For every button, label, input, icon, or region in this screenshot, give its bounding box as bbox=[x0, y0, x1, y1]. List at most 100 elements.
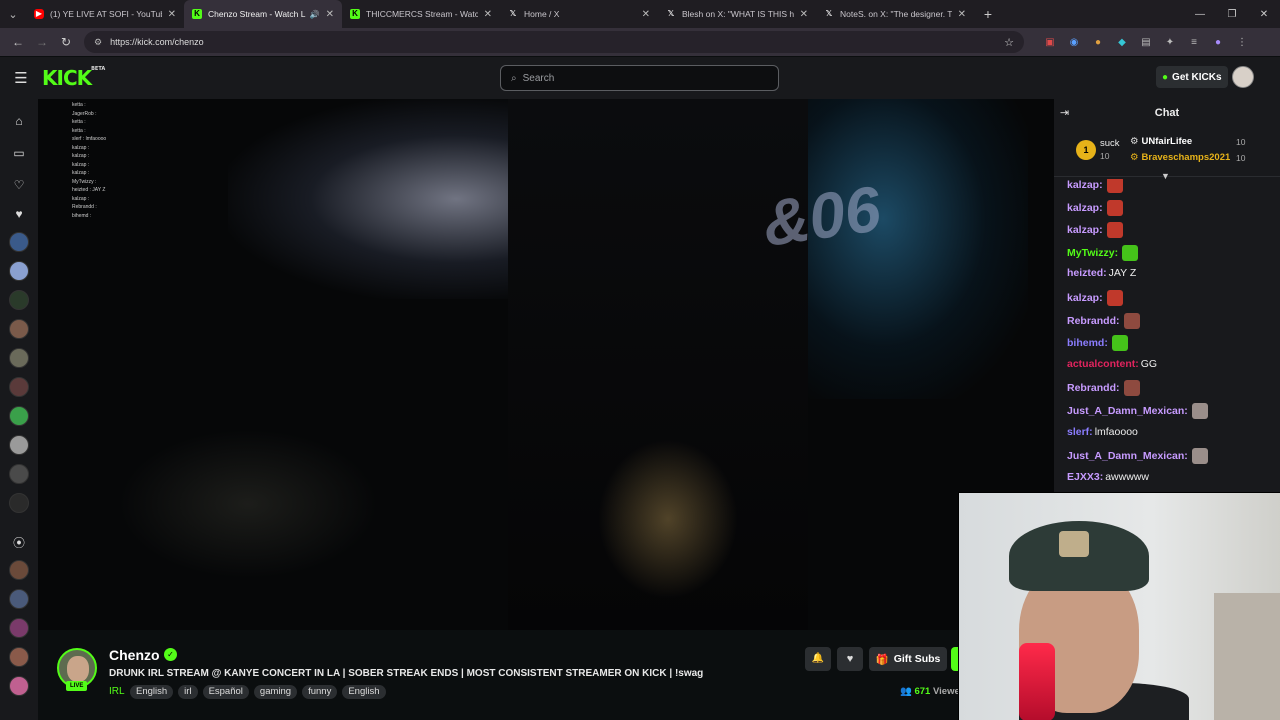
chat-username[interactable]: kalzap: bbox=[1067, 179, 1103, 191]
streamer-name[interactable]: Chenzo bbox=[109, 647, 160, 663]
browser-tab[interactable]: ▶ (1) YE LIVE AT SOFI - YouTube ✕ bbox=[26, 0, 184, 28]
followed-channel-avatar[interactable] bbox=[9, 347, 29, 368]
stream-info-panel: LIVE Chenzo ✓ DRUNK IRL STREAM @ KANYE C… bbox=[38, 630, 960, 720]
video-player[interactable]: &06 ketta : JagerRob : ketta : ketta : s… bbox=[38, 99, 1054, 630]
viewer-count: 👥 671 Viewe bbox=[900, 686, 960, 697]
chat-message: Rebrandd: bbox=[1067, 312, 1140, 329]
kick-logo[interactable]: KICKBETA bbox=[42, 66, 105, 90]
recommended-channel-avatar[interactable] bbox=[9, 617, 29, 638]
reload-icon[interactable]: ↻ bbox=[54, 35, 78, 49]
close-icon[interactable]: ✕ bbox=[484, 9, 492, 20]
followed-channel-avatar[interactable] bbox=[9, 289, 29, 310]
recommended-channel-avatar[interactable] bbox=[9, 675, 29, 696]
followed-channel-avatar[interactable] bbox=[9, 376, 29, 397]
followed-channel-avatar[interactable] bbox=[9, 492, 29, 513]
followed-channel-avatar[interactable] bbox=[9, 260, 29, 281]
bookmark-star-icon[interactable]: ☆ bbox=[1004, 36, 1014, 49]
overlay-chat-line: kalzap : bbox=[72, 195, 90, 202]
stream-tag[interactable]: funny bbox=[302, 685, 338, 699]
chat-emote-icon bbox=[1123, 380, 1140, 397]
notification-bell-button[interactable]: 🔔 bbox=[805, 647, 831, 671]
chat-message: kalzap: bbox=[1067, 290, 1123, 306]
subscribe-button[interactable] bbox=[951, 647, 958, 671]
extension-icon[interactable]: ▤ bbox=[1134, 37, 1158, 48]
followed-channel-avatar[interactable] bbox=[9, 405, 29, 426]
stream-tag[interactable]: irl bbox=[178, 685, 198, 699]
video-frame-floor-light bbox=[598, 439, 738, 599]
overlay-chat-line: slerf : lmfaoooo bbox=[72, 136, 107, 142]
extension-icon[interactable]: ● bbox=[1086, 37, 1110, 48]
followed-channel-avatar[interactable] bbox=[9, 231, 29, 252]
extension-icon[interactable]: ◆ bbox=[1110, 37, 1134, 48]
stream-tag[interactable]: Español bbox=[202, 685, 249, 699]
overlay-chat-line: heizted : JAY Z bbox=[72, 187, 106, 193]
close-icon[interactable]: ✕ bbox=[326, 9, 334, 20]
extensions-puzzle-icon[interactable]: ✦ bbox=[1158, 37, 1182, 48]
close-icon[interactable]: ✕ bbox=[168, 9, 176, 20]
follow-heart-button[interactable]: ♥ bbox=[837, 647, 863, 671]
home-icon[interactable]: ⌂ bbox=[0, 105, 38, 137]
chat-username[interactable]: Just_A_Damn_Mexican: bbox=[1067, 450, 1188, 462]
browser-tab[interactable]: K THICCMERCS Stream - Watch Li ✕ bbox=[342, 0, 500, 28]
user-avatar[interactable] bbox=[1232, 66, 1254, 88]
chat-username[interactable]: EJXX3: bbox=[1067, 471, 1103, 483]
address-bar-row: ← → ↻ ⚙ https://kick.com/chenzo ☆ ▣ ◉ ● … bbox=[0, 28, 1280, 56]
chat-message: kalzap: bbox=[1067, 199, 1123, 216]
close-icon[interactable]: ✕ bbox=[642, 9, 650, 20]
chat-username[interactable]: Rebrandd: bbox=[1067, 382, 1120, 394]
collapse-chat-icon[interactable]: ⇥ bbox=[1060, 106, 1069, 119]
followed-channel-avatar[interactable] bbox=[9, 318, 29, 339]
chat-username[interactable]: heizted: bbox=[1067, 267, 1107, 279]
overlay-chat-line: kalzap : bbox=[72, 153, 90, 159]
site-info-icon[interactable]: ⚙ bbox=[94, 37, 102, 48]
browser-tab[interactable]: 𝕏 Blesh on X: "WHAT IS THIS http ✕ bbox=[658, 0, 816, 28]
following-icon[interactable]: ♡ bbox=[0, 169, 38, 201]
close-icon[interactable]: ✕ bbox=[800, 9, 808, 20]
chat-emote-icon bbox=[1123, 312, 1140, 329]
chat-username[interactable]: kalzap: bbox=[1067, 224, 1103, 236]
browse-icon[interactable]: ▭ bbox=[0, 137, 38, 169]
back-icon[interactable]: ← bbox=[6, 35, 30, 49]
speaker-icon[interactable]: 🔊 bbox=[310, 10, 320, 19]
profile-icon[interactable]: ● bbox=[1206, 37, 1230, 48]
media-control-icon[interactable]: ≡ bbox=[1182, 37, 1206, 48]
minimize-icon[interactable]: — bbox=[1184, 9, 1216, 20]
url-input[interactable]: ⚙ https://kick.com/chenzo ☆ bbox=[84, 31, 1024, 53]
chat-message: heizted: JAY Z bbox=[1067, 267, 1136, 279]
get-kicks-button[interactable]: ● Get KICKs bbox=[1156, 66, 1228, 88]
menu-icon[interactable]: ☰ bbox=[0, 69, 42, 87]
chat-username[interactable]: kalzap: bbox=[1067, 202, 1103, 214]
tab-search-icon[interactable]: ⌄ bbox=[0, 0, 26, 28]
chat-username[interactable]: kalzap: bbox=[1067, 292, 1103, 304]
stream-tag[interactable]: English bbox=[130, 685, 174, 699]
recommended-channel-avatar[interactable] bbox=[9, 588, 29, 609]
close-icon[interactable]: ✕ bbox=[958, 9, 966, 20]
restore-icon[interactable]: ❐ bbox=[1216, 9, 1248, 20]
browser-tab-active[interactable]: K Chenzo Stream - Watch Live 🔊 ✕ bbox=[184, 0, 342, 28]
recommended-channel-avatar[interactable] bbox=[9, 559, 29, 580]
extension-icon[interactable]: ◉ bbox=[1062, 37, 1086, 48]
overlay-chat-line: ketta : bbox=[72, 127, 86, 134]
followed-channel-avatar[interactable] bbox=[9, 463, 29, 484]
chat-username[interactable]: bihemd: bbox=[1067, 337, 1108, 349]
close-window-icon[interactable]: ✕ bbox=[1248, 9, 1280, 20]
extension-icon[interactable]: ▣ bbox=[1038, 37, 1062, 48]
chat-username[interactable]: MyTwizzy: bbox=[1067, 247, 1118, 259]
chat-username[interactable]: Rebrandd: bbox=[1067, 315, 1120, 327]
browser-tab[interactable]: 𝕏 NoteS. on X: "The designer. The ✕ bbox=[816, 0, 974, 28]
new-tab-button[interactable]: + bbox=[974, 6, 1002, 22]
stream-tag[interactable]: English bbox=[342, 685, 386, 699]
chat-username[interactable]: Just_A_Damn_Mexican: bbox=[1067, 405, 1188, 417]
chat-username[interactable]: actualcontent: bbox=[1067, 358, 1139, 370]
followed-channel-avatar[interactable] bbox=[9, 434, 29, 455]
recommended-channel-avatar[interactable] bbox=[9, 646, 29, 667]
stream-tag[interactable]: gaming bbox=[253, 685, 298, 699]
search-input[interactable]: ⌕ Search bbox=[500, 65, 779, 91]
chat-username[interactable]: slerf: bbox=[1067, 426, 1093, 438]
forward-icon[interactable]: → bbox=[30, 35, 54, 49]
category-link[interactable]: IRL bbox=[109, 686, 125, 697]
gift-subs-button[interactable]: 🎁 Gift Subs bbox=[869, 647, 947, 671]
gifter-badge-icon: ⚙ bbox=[1130, 136, 1139, 147]
browser-menu-icon[interactable]: ⋮ bbox=[1230, 37, 1254, 48]
browser-tab[interactable]: 𝕏 Home / X ✕ bbox=[500, 0, 658, 28]
